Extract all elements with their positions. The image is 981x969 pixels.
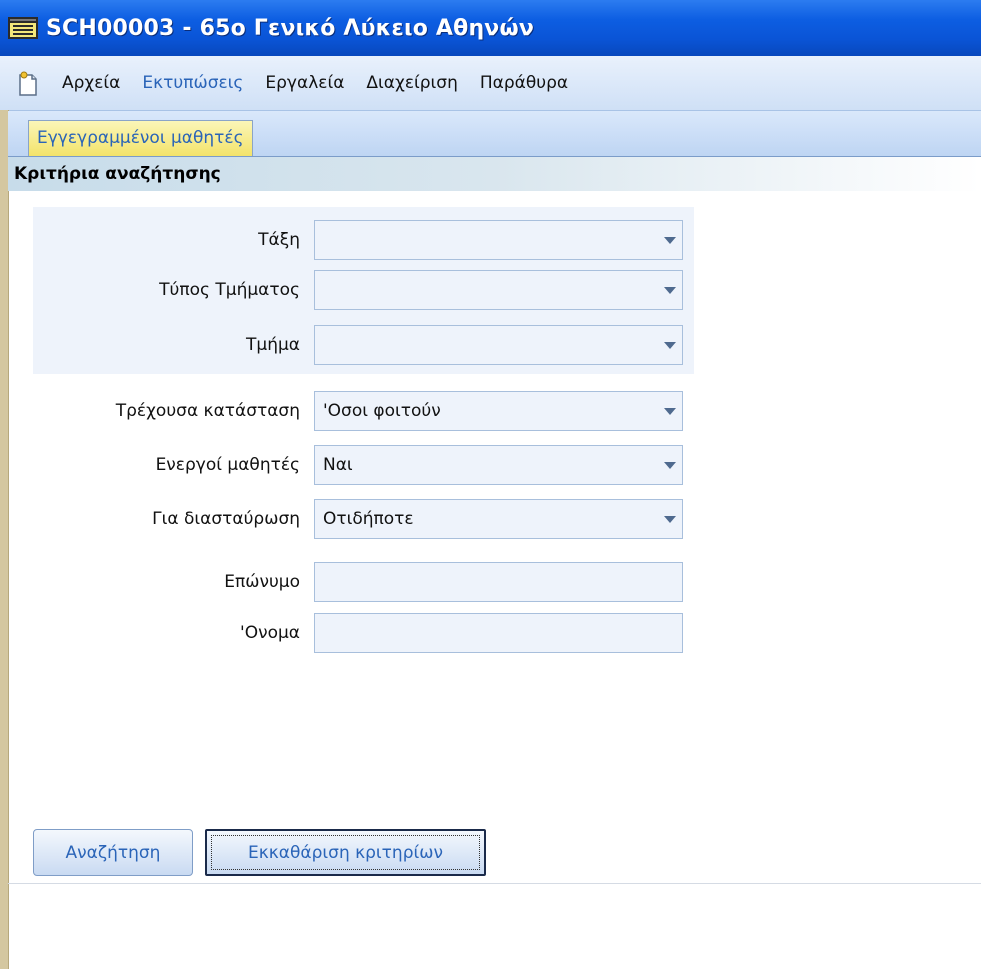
clear-criteria-focus: Εκκαθάριση κριτηρίων bbox=[211, 835, 480, 870]
bottom-divider bbox=[8, 883, 981, 884]
menu-administration[interactable]: Διαχείριση bbox=[362, 71, 461, 95]
form-row-cross-check: Για διασταύρωση Οτιδήποτε bbox=[0, 499, 981, 539]
active-students-select[interactable]: Ναι bbox=[314, 445, 683, 485]
chevron-down-icon[interactable] bbox=[664, 516, 676, 523]
form-row-surname: Επώνυμο bbox=[0, 562, 981, 602]
class-select[interactable] bbox=[314, 220, 683, 260]
form-row-name: 'Ονομα bbox=[0, 613, 981, 653]
menu-prints[interactable]: Εκτυπώσεις bbox=[138, 71, 247, 95]
section-type-select[interactable] bbox=[314, 270, 683, 310]
surname-input[interactable] bbox=[314, 562, 683, 602]
form-row-section: Τμήμα bbox=[0, 325, 981, 365]
section-select[interactable] bbox=[314, 325, 683, 365]
form-row-section-type: Τύπος Τμήματος bbox=[0, 270, 981, 310]
surname-label: Επώνυμο bbox=[224, 572, 300, 592]
chevron-down-icon[interactable] bbox=[664, 342, 676, 349]
search-button[interactable]: Αναζήτηση bbox=[33, 829, 193, 876]
chevron-down-icon[interactable] bbox=[664, 287, 676, 294]
chevron-down-icon[interactable] bbox=[664, 408, 676, 415]
status-select[interactable]: 'Οσοι φοιτούν bbox=[314, 391, 683, 431]
tab-strip: Εγγεγραμμένοι μαθητές bbox=[8, 111, 981, 157]
search-button-label: Αναζήτηση bbox=[65, 842, 161, 863]
chevron-down-icon[interactable] bbox=[664, 462, 676, 469]
chevron-down-icon[interactable] bbox=[664, 237, 676, 244]
menu-windows[interactable]: Παράθυρα bbox=[476, 71, 572, 95]
form-row-active-students: Ενεργοί μαθητές Ναι bbox=[0, 445, 981, 485]
section-label: Τμήμα bbox=[246, 335, 300, 355]
notepad-icon bbox=[8, 16, 38, 40]
form-row-status: Τρέχουσα κατάσταση 'Οσοι φοιτούν bbox=[0, 391, 981, 431]
class-label: Τάξη bbox=[258, 230, 300, 250]
section-type-label: Τύπος Τμήματος bbox=[159, 280, 300, 300]
name-label: 'Ονομα bbox=[240, 623, 300, 643]
menu-bar: Αρχεία Εκτυπώσεις Εργαλεία Διαχείριση Πα… bbox=[0, 56, 981, 111]
app-document-icon[interactable] bbox=[16, 69, 38, 97]
cross-check-select[interactable]: Οτιδήποτε bbox=[314, 499, 683, 539]
clear-criteria-label: Εκκαθάριση κριτηρίων bbox=[248, 842, 443, 863]
cross-check-label: Για διασταύρωση bbox=[152, 509, 300, 529]
section-header: Κριτήρια αναζήτησης bbox=[8, 157, 981, 191]
cross-check-value: Οτιδήποτε bbox=[323, 509, 414, 529]
tab-enrolled-students[interactable]: Εγγεγραμμένοι μαθητές bbox=[28, 120, 253, 156]
menu-files[interactable]: Αρχεία bbox=[58, 71, 124, 95]
name-input[interactable] bbox=[314, 613, 683, 653]
active-students-value: Ναι bbox=[323, 455, 353, 475]
form-row-class: Τάξη bbox=[0, 220, 981, 260]
clear-criteria-button[interactable]: Εκκαθάριση κριτηρίων bbox=[205, 829, 486, 876]
status-value: 'Οσοι φοιτούν bbox=[323, 401, 441, 421]
active-students-label: Ενεργοί μαθητές bbox=[155, 455, 300, 475]
menu-tools[interactable]: Εργαλεία bbox=[261, 71, 348, 95]
window-title: SCH00003 - 65ο Γενικό Λύκειο Αθηνών bbox=[46, 15, 535, 41]
status-label: Τρέχουσα κατάσταση bbox=[115, 401, 300, 421]
window-titlebar: SCH00003 - 65ο Γενικό Λύκειο Αθηνών bbox=[0, 0, 981, 56]
